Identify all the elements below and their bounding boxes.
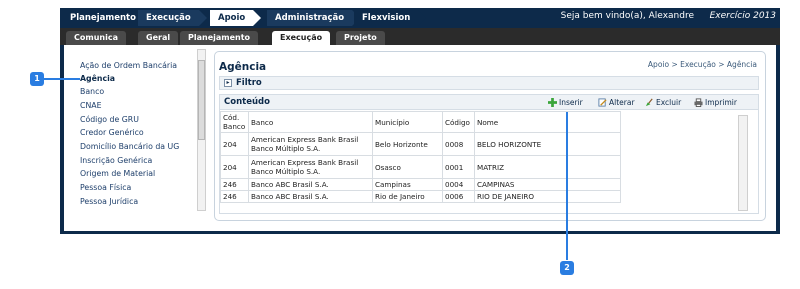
tab-planejamento[interactable]: Planejamento — [62, 10, 152, 26]
tab-execucao[interactable]: Execução — [138, 10, 207, 26]
cell-name: BELO HORIZONTE — [474, 132, 621, 156]
cell-bank-code: 246 — [220, 190, 249, 203]
subtab-comunica[interactable]: Comunica — [66, 31, 126, 45]
submenu-bar: Comunica Geral Planejamento Execução Pro… — [60, 28, 780, 45]
sidebar-item-credor-generico[interactable]: Credor Genérico — [80, 128, 144, 137]
cell-city: Campinas — [372, 178, 443, 191]
sidebar-item-banco[interactable]: Banco — [80, 87, 104, 96]
table-row[interactable]: 246 Banco ABC Brasil S.A. Rio de Janeiro… — [220, 190, 621, 203]
cell-bank-code: 204 — [220, 132, 249, 156]
insert-label: Inserir — [559, 98, 583, 107]
delete-label: Excluir — [656, 98, 682, 107]
breadcrumb[interactable]: Apoio > Execução > Agência — [648, 60, 757, 69]
cell-city: Rio de Janeiro — [372, 190, 443, 203]
sidebar-item-cnae[interactable]: CNAE — [80, 101, 102, 110]
app-window: Planejamento Execução Apoio Administraçã… — [60, 8, 780, 234]
callout-2-line — [566, 112, 568, 260]
column-header[interactable]: Nome — [474, 111, 621, 133]
print-label: Imprimir — [705, 98, 737, 107]
cell-code: 0006 — [442, 190, 475, 203]
content-header: Conteúdo Inserir Alterar Excluir Imprimi… — [220, 95, 758, 110]
table-row[interactable]: 204 American Express Bank Brasil Banco M… — [220, 155, 621, 179]
subtab-planejamento[interactable]: Planejamento — [180, 31, 259, 45]
subtab-projeto[interactable]: Projeto — [336, 31, 385, 45]
content-section: Conteúdo Inserir Alterar Excluir Imprimi… — [219, 94, 759, 214]
sidebar-item-codigo-gru[interactable]: Código de GRU — [80, 115, 139, 124]
cell-name: RIO DE JANEIRO — [474, 190, 621, 203]
callout-1-line — [44, 78, 80, 80]
column-header[interactable]: Cód. Banco — [220, 111, 249, 133]
table-row[interactable]: 204 American Express Bank Brasil Banco M… — [220, 132, 621, 156]
subtab-execucao[interactable]: Execução — [272, 31, 331, 45]
table-scrollbar[interactable] — [738, 115, 748, 211]
cell-bank: Banco ABC Brasil S.A. — [248, 178, 373, 191]
tab-flexvision[interactable]: Flexvision — [354, 10, 427, 26]
column-header[interactable]: Código — [442, 111, 475, 133]
cell-city: Belo Horizonte — [372, 132, 443, 156]
cell-code: 0004 — [442, 178, 475, 191]
cell-bank-code: 204 — [220, 155, 249, 179]
cell-code: 0008 — [442, 132, 475, 156]
cell-bank: American Express Bank Brasil Banco Múlti… — [248, 155, 373, 179]
delete-button[interactable]: Excluir — [645, 98, 681, 107]
cell-city: Osasco — [372, 155, 443, 179]
insert-button[interactable]: Inserir — [548, 98, 583, 107]
edit-icon — [598, 98, 607, 107]
fiscal-year[interactable]: Exercício 2013 — [710, 11, 776, 21]
tab-apoio[interactable]: Apoio — [210, 10, 262, 26]
cell-bank: Banco ABC Brasil S.A. — [248, 190, 373, 203]
edit-label: Alterar — [609, 98, 635, 107]
tab-administracao[interactable]: Administração — [267, 10, 361, 26]
table-row[interactable]: 246 Banco ABC Brasil S.A. Campinas 0004 … — [220, 178, 621, 191]
cell-code: 0001 — [442, 155, 475, 179]
data-table: Cód. Banco Banco Município Código Nome 2… — [220, 111, 750, 211]
main-panel: Agência Apoio > Execução > Agência ▸ Fil… — [214, 51, 766, 221]
welcome-message: Seja bem vindo(a), Alexandre — [560, 11, 694, 21]
sidebar-item-pessoa-juridica[interactable]: Pessoa Jurídica — [80, 197, 138, 206]
sidebar-item-origem-material[interactable]: Origem de Material — [80, 169, 155, 178]
sidebar-scroll-thumb[interactable] — [198, 60, 205, 140]
cell-bank: American Express Bank Brasil Banco Múlti… — [248, 132, 373, 156]
callout-2: 2 — [560, 261, 574, 275]
expand-arrow-icon[interactable]: ▸ — [224, 79, 232, 87]
sidebar-item-domicilio-bancario[interactable]: Domicílio Bancário da UG — [80, 142, 179, 151]
table-header-row: Cód. Banco Banco Município Código Nome — [220, 111, 621, 133]
column-header[interactable]: Banco — [248, 111, 373, 133]
content-label: Conteúdo — [224, 97, 270, 107]
printer-icon — [694, 98, 703, 107]
cell-name: MATRIZ — [474, 155, 621, 179]
main-menu-bar: Planejamento Execução Apoio Administraçã… — [60, 8, 780, 28]
cell-bank-code: 246 — [220, 178, 249, 191]
sidebar-item-acao-ordem-bancaria[interactable]: Ação de Ordem Bancária — [80, 61, 177, 70]
broom-icon — [645, 98, 653, 107]
callout-1: 1 — [30, 72, 44, 86]
content-area: Ação de Ordem Bancária Agência Banco CNA… — [64, 45, 776, 231]
subtab-geral[interactable]: Geral — [138, 31, 179, 45]
print-button[interactable]: Imprimir — [694, 98, 737, 107]
sidebar-item-pessoa-fisica[interactable]: Pessoa Física — [80, 183, 131, 192]
sidebar: Ação de Ordem Bancária Agência Banco CNA… — [64, 45, 210, 231]
filter-section[interactable]: ▸ Filtro — [219, 76, 759, 90]
cell-name: CAMPINAS — [474, 178, 621, 191]
page-title: Agência — [219, 61, 267, 73]
column-header[interactable]: Município — [372, 111, 443, 133]
sidebar-scrollbar[interactable] — [197, 49, 206, 211]
filter-label[interactable]: Filtro — [236, 78, 262, 88]
edit-button[interactable]: Alterar — [598, 98, 635, 107]
sidebar-item-inscricao-generica[interactable]: Inscrição Genérica — [80, 156, 152, 165]
sidebar-item-agencia[interactable]: Agência — [80, 74, 115, 83]
plus-icon — [548, 98, 557, 107]
